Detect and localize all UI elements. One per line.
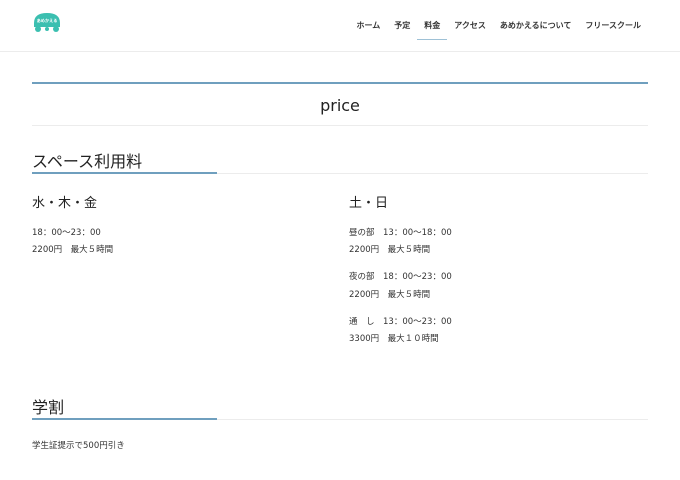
svg-text:あめかえる: あめかえる bbox=[37, 17, 58, 24]
weekend-slot-day-time: 昼の部 13：00〜18：00 bbox=[349, 228, 452, 238]
heading-underline bbox=[32, 172, 217, 174]
student-discount-heading: 学割 bbox=[32, 392, 648, 420]
space-fee-heading-text: スペース利用料 bbox=[32, 152, 143, 171]
weekday-price: 2200円 最大５時間 bbox=[32, 245, 114, 255]
weekday-title: 水・木・金 bbox=[32, 196, 98, 211]
nav-schedule[interactable]: 予定 bbox=[387, 0, 417, 52]
student-discount-heading-text: 学割 bbox=[32, 398, 65, 417]
weekend-slot-day-price: 2200円 最大５時間 bbox=[349, 245, 431, 255]
heading-underline bbox=[32, 418, 217, 420]
site-logo[interactable]: あめかえる bbox=[32, 11, 62, 33]
nav-price[interactable]: 料金 bbox=[417, 0, 448, 52]
weekend-title: 土・日 bbox=[349, 196, 389, 211]
frog-logo-icon: あめかえる bbox=[34, 13, 60, 32]
page-title: price bbox=[320, 96, 360, 115]
nav-access[interactable]: アクセス bbox=[447, 0, 493, 52]
weekday-time: 18：00〜23：00 bbox=[32, 228, 101, 238]
nav-home[interactable]: ホーム bbox=[349, 0, 387, 52]
student-discount-text: 学生証提示で500円引き bbox=[32, 441, 125, 451]
site-header: あめかえる ホーム 予定 料金 アクセス あめかえるについて フリースクール bbox=[0, 0, 680, 52]
weekend-slot-night-price: 2200円 最大５時間 bbox=[349, 290, 431, 300]
weekend-slot-night-time: 夜の部 18：00〜23：00 bbox=[349, 272, 452, 282]
main-nav: ホーム 予定 料金 アクセス あめかえるについて フリースクール bbox=[349, 0, 648, 52]
weekend-slot-full-price: 3300円 最大１０時間 bbox=[349, 334, 439, 344]
weekend-slot-full-time: 通 し 13：00〜23：00 bbox=[349, 317, 452, 327]
nav-about[interactable]: あめかえるについて bbox=[493, 0, 579, 52]
nav-free-school[interactable]: フリースクール bbox=[578, 0, 648, 52]
page-title-block: price bbox=[32, 82, 648, 126]
space-fee-heading: スペース利用料 bbox=[32, 146, 648, 174]
